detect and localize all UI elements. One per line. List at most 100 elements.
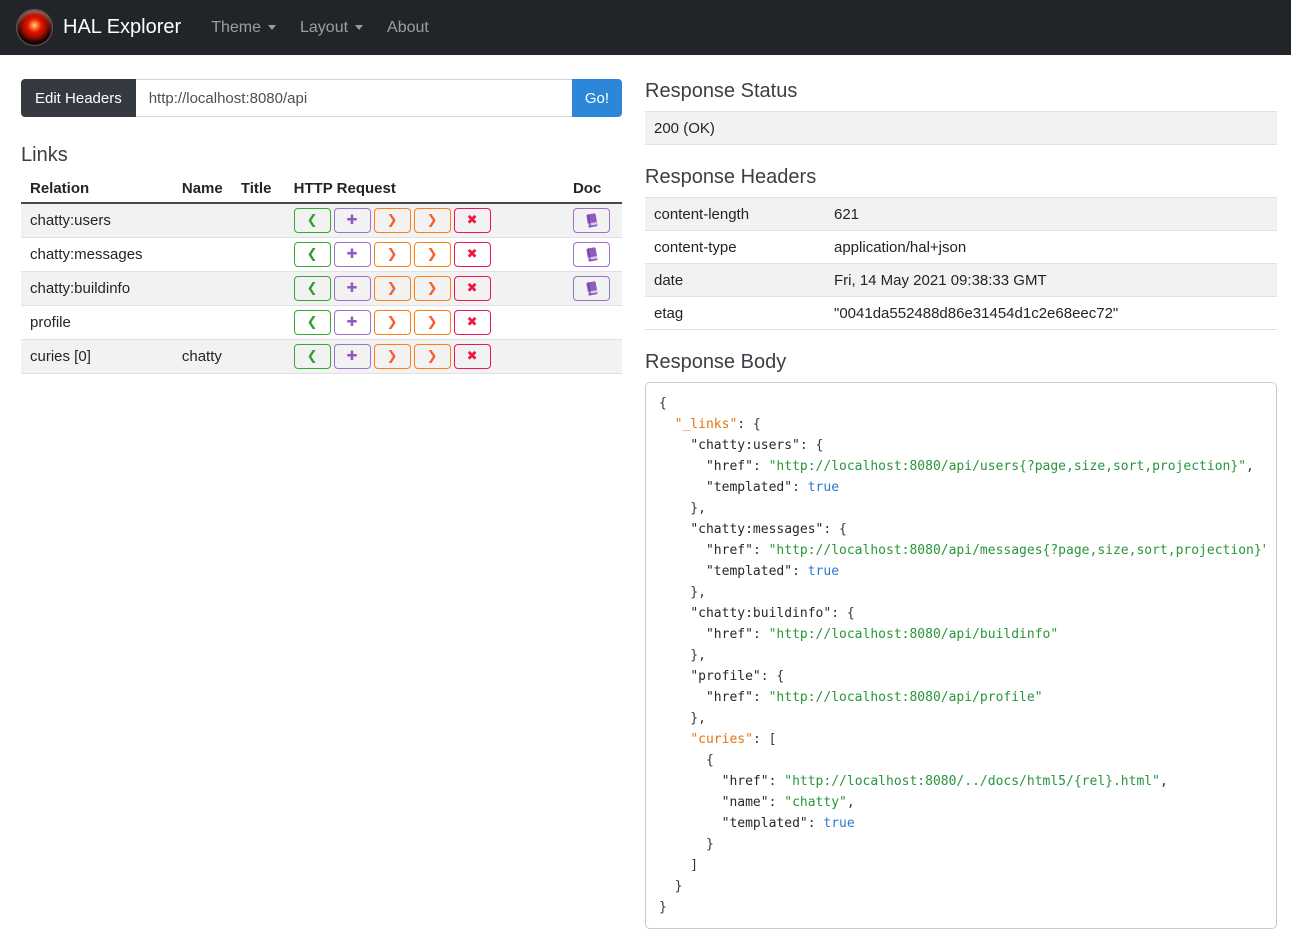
name-cell: chatty <box>172 339 232 374</box>
delete-button[interactable]: ✖ <box>453 242 491 267</box>
code-line: { <box>659 396 667 411</box>
http-request-cell: ❮ ✚ ❯ ❯ ✖ <box>284 202 564 238</box>
title-cell <box>231 237 285 272</box>
code-line: } <box>659 837 714 852</box>
code-line: }, <box>659 648 706 663</box>
title-cell <box>231 305 285 340</box>
get-button[interactable]: ❮ <box>293 208 331 233</box>
hal-logo-icon <box>16 9 53 46</box>
edit-headers-button[interactable]: Edit Headers <box>21 79 136 117</box>
doc-cell <box>563 305 622 340</box>
get-button[interactable]: ❮ <box>293 344 331 369</box>
put-button[interactable]: ❯ <box>373 344 411 369</box>
chevron-down-icon <box>268 25 276 30</box>
patch-button[interactable]: ❯ <box>413 310 451 335</box>
put-button[interactable]: ❯ <box>373 208 411 233</box>
post-button[interactable]: ✚ <box>333 242 371 267</box>
put-button[interactable]: ❯ <box>373 276 411 301</box>
request-panel: Edit Headers Go! Links Relation Name Tit… <box>21 79 622 929</box>
table-row: chatty:users ❮ ✚ ❯ ❯ ✖ <box>21 202 622 238</box>
links-table-body: chatty:users ❮ ✚ ❯ ❯ ✖ chatty:messages ❮ ✚ ❯ ❯ ✖ cha… <box>21 202 622 374</box>
put-button[interactable]: ❯ <box>373 310 411 335</box>
code-line: { <box>659 753 714 768</box>
code-line: "chatty:users": { <box>690 438 824 453</box>
patch-button[interactable]: ❯ <box>413 276 451 301</box>
code-line: "name": "chatty", <box>721 795 855 810</box>
column-header-title: Title <box>231 175 285 204</box>
patch-button[interactable]: ❯ <box>413 208 451 233</box>
response-headers-body: content-length 621 content-type application… <box>645 197 1277 330</box>
relation-cell: chatty:buildinfo <box>21 271 173 306</box>
patch-button[interactable]: ❯ <box>413 344 451 369</box>
relation-cell: curies [0] <box>21 339 173 374</box>
header-name: content-length <box>645 197 825 231</box>
code-line: } <box>659 900 667 915</box>
relation-cell: chatty:messages <box>21 237 173 272</box>
title-cell <box>231 271 285 306</box>
http-request-cell: ❮ ✚ ❯ ❯ ✖ <box>284 305 564 340</box>
code-line: "href": "http://localhost:8080/api/users… <box>705 459 1254 474</box>
doc-button[interactable] <box>572 208 610 233</box>
layout-menu[interactable]: Layout <box>288 11 375 45</box>
doc-button[interactable] <box>572 242 610 267</box>
status-value: 200 (OK) <box>645 111 1277 145</box>
response-panel: Response Status 200 (OK) Response Header… <box>645 79 1277 929</box>
main-content: Edit Headers Go! Links Relation Name Tit… <box>0 55 1291 929</box>
links-table: Relation Name Title HTTP Request Doc cha… <box>21 175 622 374</box>
code-line: "profile": { <box>690 669 785 684</box>
go-button[interactable]: Go! <box>571 79 622 117</box>
code-line: "templated": true <box>705 564 840 579</box>
post-button[interactable]: ✚ <box>333 208 371 233</box>
code-line: }, <box>659 585 706 600</box>
header-value: 621 <box>825 197 1277 231</box>
code-line: "templated": true <box>721 816 855 831</box>
code-line: "chatty:buildinfo": { <box>690 606 855 621</box>
delete-button[interactable]: ✖ <box>453 276 491 301</box>
get-button[interactable]: ❮ <box>293 276 331 301</box>
delete-button[interactable]: ✖ <box>453 208 491 233</box>
post-button[interactable]: ✚ <box>333 310 371 335</box>
url-input[interactable] <box>135 79 572 117</box>
app-title: HAL Explorer <box>63 16 182 38</box>
doc-cell <box>563 271 622 306</box>
header-name: etag <box>645 296 825 330</box>
delete-button[interactable]: ✖ <box>453 310 491 335</box>
get-button[interactable]: ❮ <box>293 310 331 335</box>
doc-button[interactable] <box>572 276 610 301</box>
response-headers-table: content-length 621 content-type application… <box>645 197 1277 330</box>
code-line: "href": "http://localhost:8080/api/profi… <box>705 690 1043 705</box>
patch-button[interactable]: ❯ <box>413 242 451 267</box>
code-line: "templated": true <box>705 480 840 495</box>
table-row: curies [0] chatty ❮ ✚ ❯ ❯ ✖ <box>21 339 622 374</box>
http-request-cell: ❮ ✚ ❯ ❯ ✖ <box>284 339 564 374</box>
column-header-name: Name <box>172 175 232 204</box>
response-status-title: Response Status <box>645 80 798 102</box>
chevron-down-icon <box>355 25 364 30</box>
code-line: "href": "http://localhost:8080/api/build… <box>705 627 1059 642</box>
relation-cell: chatty:users <box>21 202 173 238</box>
code-line: } <box>659 879 683 894</box>
http-request-cell: ❮ ✚ ❯ ❯ ✖ <box>284 237 564 272</box>
put-button[interactable]: ❯ <box>373 242 411 267</box>
get-button[interactable]: ❮ <box>293 242 331 267</box>
post-button[interactable]: ✚ <box>333 344 371 369</box>
code-line: "curies": [ <box>690 732 777 747</box>
response-body-box: { "_links": { "chatty:users": { "href": … <box>645 382 1277 929</box>
title-cell <box>231 339 285 374</box>
header-value: application/hal+json <box>825 230 1277 264</box>
code-line: }, <box>659 711 706 726</box>
name-cell <box>172 271 232 306</box>
header-row: content-length 621 <box>645 197 1277 231</box>
delete-button[interactable]: ✖ <box>453 344 491 369</box>
header-value: "0041da552488d86e31454d1c2e68eec72" <box>825 296 1277 330</box>
doc-cell <box>563 339 622 374</box>
layout-menu-label: Layout <box>300 18 349 36</box>
post-button[interactable]: ✚ <box>333 276 371 301</box>
response-body-title: Response Body <box>645 351 787 373</box>
about-link[interactable]: About <box>375 11 441 45</box>
table-row: profile ❮ ✚ ❯ ❯ ✖ <box>21 305 622 340</box>
doc-cell <box>563 237 622 272</box>
table-row: chatty:buildinfo ❮ ✚ ❯ ❯ ✖ <box>21 271 622 306</box>
code-line: "_links": { <box>674 417 761 432</box>
theme-menu[interactable]: Theme <box>199 11 288 45</box>
